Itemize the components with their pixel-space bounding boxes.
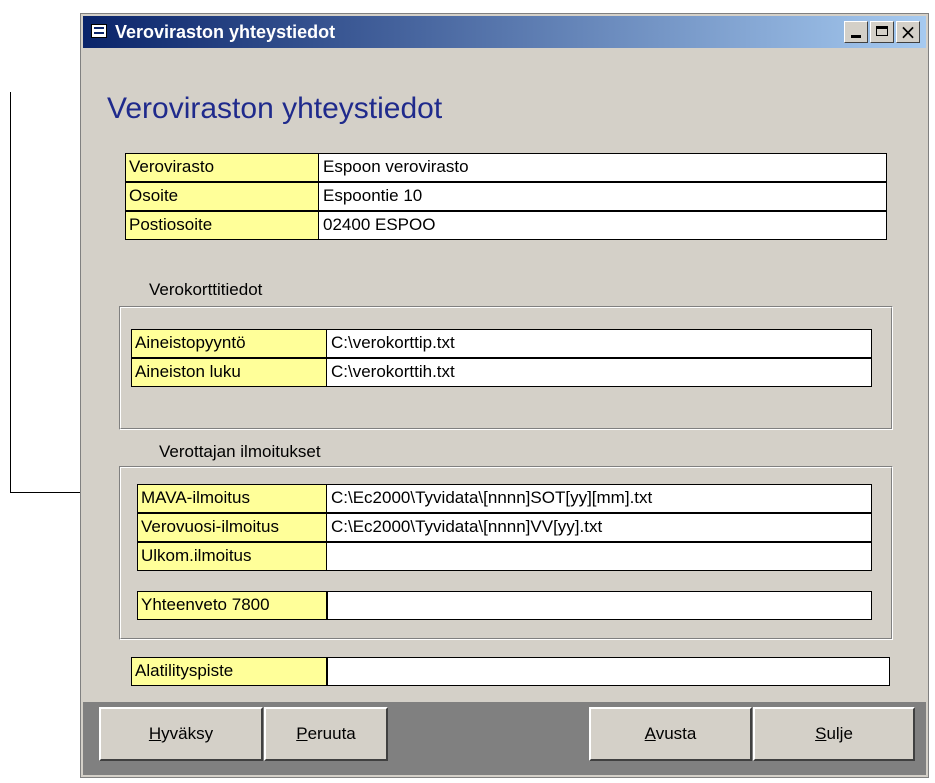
accept-hotkey: H: [148, 724, 162, 743]
mava-report-field[interactable]: C:\Ec2000\Tyvidata\[nnnn]SOT[yy][mm].txt: [327, 484, 872, 513]
minimize-icon: [851, 35, 861, 38]
form-icon: [91, 24, 107, 38]
field-label: Postiosoite: [125, 211, 319, 240]
read-row: Aineiston luku C:\verokorttih.txt: [131, 358, 872, 387]
help-button[interactable]: Avusta: [589, 707, 752, 761]
cancel-label: eruuta: [307, 724, 356, 743]
sub-account-row: Alatilityspiste: [131, 657, 890, 686]
form-title: Veroviraston yhteystiedot: [107, 92, 443, 125]
material-read-field[interactable]: C:\verokorttih.txt: [327, 358, 872, 387]
field-label: MAVA-ilmoitus: [137, 484, 327, 513]
field-label: Verovirasto: [125, 153, 319, 182]
ilmoitukset-heading: Verottajan ilmoitukset: [159, 442, 321, 461]
field-label: Osoite: [125, 182, 319, 211]
cancel-button[interactable]: Peruuta: [264, 707, 388, 761]
request-row: Aineistopyyntö C:\verokorttip.txt: [131, 329, 872, 358]
summary-7800-field[interactable]: [327, 591, 872, 620]
cancel-hotkey: P: [296, 724, 308, 743]
close-icon: ×: [899, 20, 917, 44]
field-label: Aineiston luku: [131, 358, 327, 387]
close-form-button[interactable]: Sulje: [753, 707, 915, 761]
close-hotkey: S: [815, 724, 827, 743]
summary-row: Yhteenveto 7800: [137, 591, 872, 620]
foreign-report-field[interactable]: [327, 542, 872, 571]
field-label: Aineistopyyntö: [131, 329, 327, 358]
field-label: Yhteenveto 7800: [137, 591, 327, 620]
postal-address-field[interactable]: 02400 ESPOO: [319, 211, 887, 240]
form-window: Veroviraston yhteystiedot × Veroviraston…: [80, 13, 929, 778]
field-label: Alatilityspiste: [131, 657, 327, 686]
window-title: Veroviraston yhteystiedot: [115, 22, 336, 42]
field-label: Verovuosi-ilmoitus: [137, 513, 327, 542]
address-row: Osoite Espoontie 10: [125, 182, 887, 211]
help-label: vusta: [655, 724, 697, 743]
maximize-icon: [876, 26, 888, 36]
foreign-row: Ulkom.ilmoitus: [137, 542, 872, 571]
office-row: Verovirasto Espoon verovirasto: [125, 153, 887, 182]
form-body: Veroviraston yhteystiedot Verovirasto Es…: [83, 50, 926, 700]
office-name-field[interactable]: Espoon verovirasto: [319, 153, 887, 182]
tax-year-report-field[interactable]: C:\Ec2000\Tyvidata\[nnnn]VV[yy].txt: [327, 513, 872, 542]
close-label: ulje: [826, 724, 853, 743]
material-request-field[interactable]: C:\verokorttip.txt: [327, 329, 872, 358]
tax-year-row: Verovuosi-ilmoitus C:\Ec2000\Tyvidata\[n…: [137, 513, 872, 542]
accept-label: yväksy: [161, 724, 214, 743]
annotation-line-vertical: [10, 92, 11, 492]
field-label: Ulkom.ilmoitus: [137, 542, 327, 571]
minimize-button[interactable]: [844, 21, 868, 43]
title-bar[interactable]: Veroviraston yhteystiedot ×: [83, 16, 926, 48]
postal-row: Postiosoite 02400 ESPOO: [125, 211, 887, 240]
help-hotkey: A: [644, 724, 656, 743]
accept-button[interactable]: Hyväksy: [99, 707, 263, 761]
sub-account-field[interactable]: [327, 657, 890, 686]
mava-row: MAVA-ilmoitus C:\Ec2000\Tyvidata\[nnnn]S…: [137, 484, 872, 513]
verokortti-heading: Verokorttitiedot: [149, 280, 263, 299]
close-button[interactable]: ×: [896, 21, 920, 43]
maximize-button[interactable]: [870, 21, 894, 43]
address-field[interactable]: Espoontie 10: [319, 182, 887, 211]
